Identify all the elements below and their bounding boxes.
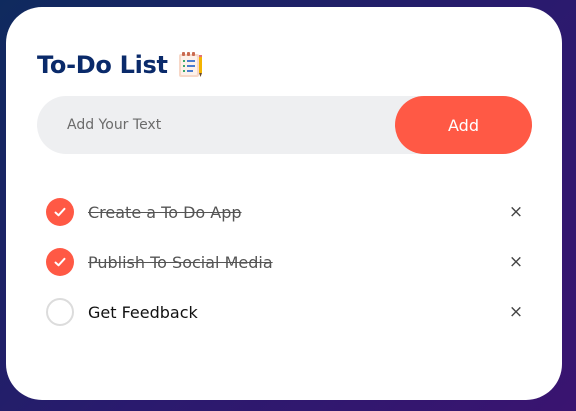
header: To-Do List bbox=[37, 51, 204, 79]
todo-text: Publish To Social Media bbox=[88, 252, 273, 272]
checked-circle-icon[interactable] bbox=[46, 248, 74, 276]
task-input-row: Add bbox=[37, 96, 532, 154]
list-item[interactable]: Create a To Do App × bbox=[46, 187, 526, 237]
list-item[interactable]: Get Feedback × bbox=[46, 287, 526, 337]
page-title: To-Do List bbox=[37, 51, 168, 79]
todo-list: Create a To Do App × Publish To Social M… bbox=[46, 187, 526, 337]
close-icon[interactable]: × bbox=[506, 202, 526, 222]
todo-text: Create a To Do App bbox=[88, 202, 242, 222]
unchecked-circle-icon[interactable] bbox=[46, 298, 74, 326]
close-icon[interactable]: × bbox=[506, 302, 526, 322]
close-icon[interactable]: × bbox=[506, 252, 526, 272]
todo-text: Get Feedback bbox=[88, 302, 198, 322]
task-input[interactable] bbox=[67, 96, 387, 154]
notepad-icon bbox=[178, 51, 204, 79]
list-item[interactable]: Publish To Social Media × bbox=[46, 237, 526, 287]
todo-card: To-Do List Add Your Text Add Create a To… bbox=[6, 7, 562, 400]
add-button[interactable]: Add bbox=[395, 96, 532, 154]
checked-circle-icon[interactable] bbox=[46, 198, 74, 226]
